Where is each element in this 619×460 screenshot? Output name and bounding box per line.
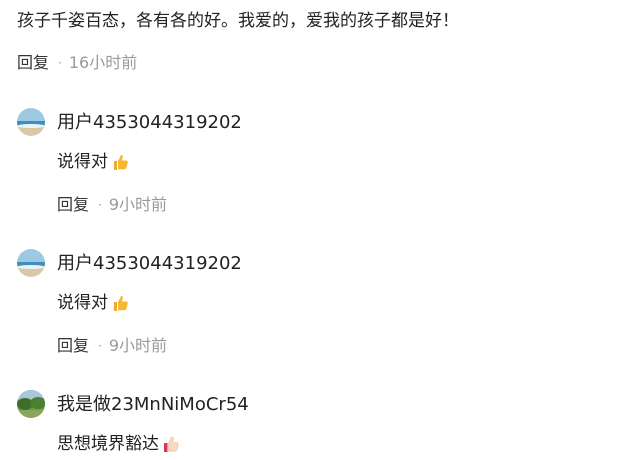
thumbs-up-icon: [114, 155, 128, 170]
reply-button[interactable]: 回复: [17, 52, 49, 74]
avatar[interactable]: [17, 390, 45, 418]
timestamp: 9小时前: [108, 195, 168, 214]
timestamp: 9小时前: [108, 336, 168, 355]
reply-button[interactable]: 回复: [57, 194, 89, 216]
reply-button[interactable]: 回复: [57, 335, 89, 357]
reply-actions: 回复 · 9小时前: [57, 335, 167, 357]
separator-dot: ·: [98, 339, 102, 353]
timestamp: 16小时前: [68, 53, 138, 72]
avatar-image: [17, 390, 45, 418]
separator-dot: ·: [58, 56, 62, 70]
username[interactable]: 用户4353044319202: [57, 111, 242, 135]
username[interactable]: 我是做23MnNiMoCr54: [57, 393, 249, 417]
username[interactable]: 用户4353044319202: [57, 252, 242, 276]
reply-text-content: 思想境界豁达: [57, 434, 159, 454]
avatar-image: [17, 108, 45, 136]
thumbs-up-icon: [164, 436, 179, 452]
separator-dot: ·: [98, 198, 102, 212]
avatar[interactable]: [17, 249, 45, 277]
reply-text-content: 说得对: [57, 293, 108, 313]
reply-text: 说得对: [57, 291, 130, 315]
reply-text-content: 说得对: [57, 152, 108, 172]
reply-text: 说得对: [57, 150, 130, 174]
thumbs-up-icon: [114, 296, 128, 311]
comment-text: 孩子千姿百态，各有各的好。我爱的，爱我的孩子都是好！: [17, 11, 459, 31]
comment-actions: 回复 · 16小时前: [17, 52, 137, 74]
reply-text: 思想境界豁达: [57, 432, 181, 456]
avatar[interactable]: [17, 108, 45, 136]
avatar-image: [17, 249, 45, 277]
reply-actions: 回复 · 9小时前: [57, 194, 167, 216]
